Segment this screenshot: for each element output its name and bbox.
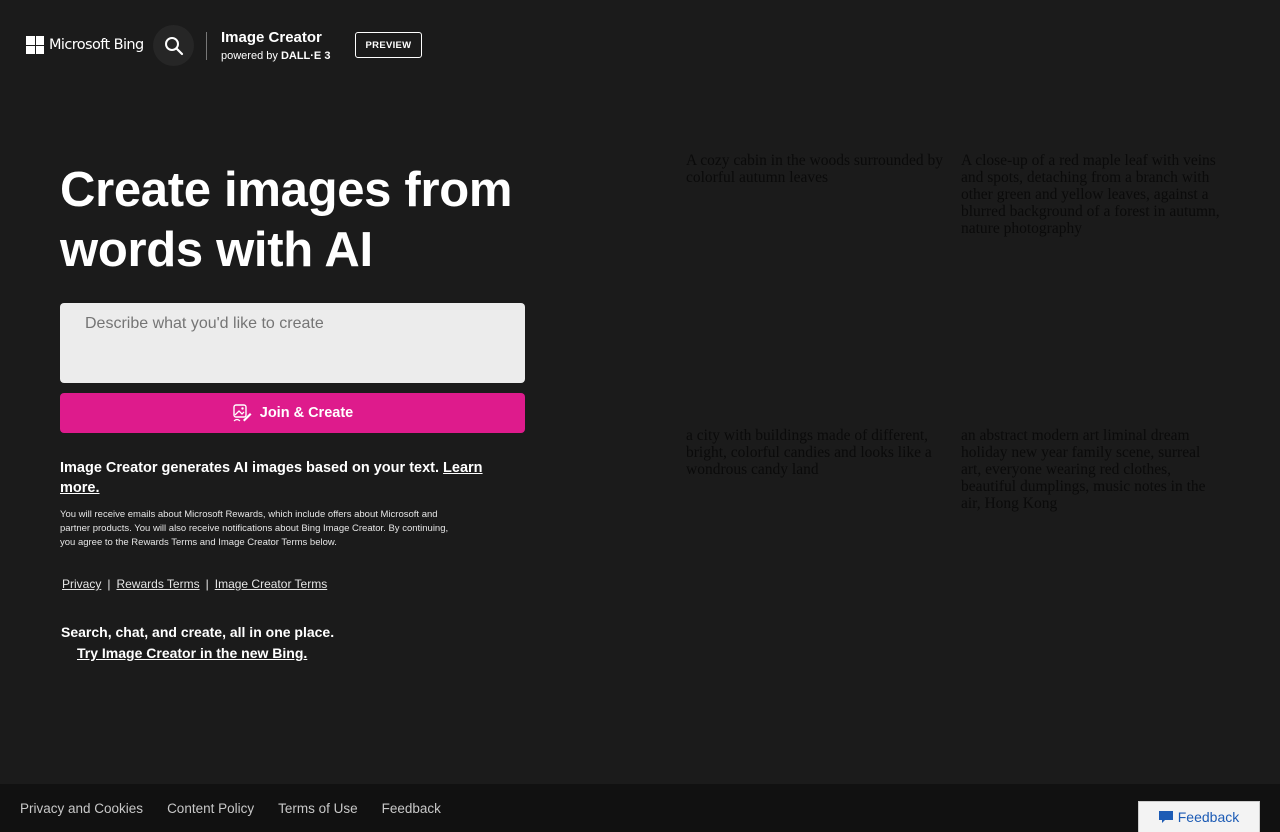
chat-bubble-icon [1158,810,1173,824]
feedback-button[interactable]: Feedback [1138,801,1260,832]
product-subtitle: powered by DALL·E 3 [221,50,330,62]
microsoft-logo-icon [26,36,44,54]
link-separator: | [205,577,209,591]
search-icon [164,36,183,55]
subtitle-model: DALL·E 3 [280,50,331,62]
gallery-image[interactable]: A cozy cabin in the woods surrounded by … [686,152,946,186]
gallery-image[interactable]: a city with buildings made of different,… [686,427,946,478]
legal-text: You will receive emails about Microsoft … [60,509,449,548]
product-title: Image Creator powered by DALL·E 3 [221,29,330,62]
legal-links: Privacy | Rewards Terms | Image Creator … [62,577,327,591]
prompt-input[interactable] [60,303,525,383]
gallery-image[interactable]: an abstract modern art liminal dream hol… [961,427,1221,512]
join-and-create-button[interactable]: Join & Create [60,393,525,433]
footer-feedback-link[interactable]: Feedback [382,801,441,816]
info-description: Image Creator generates AI images based … [60,460,444,476]
search-button[interactable] [153,25,194,66]
page-title: Create images from words with AI [60,163,513,277]
image-creator-terms-link[interactable]: Image Creator Terms [215,577,327,591]
try-new-bing-link[interactable]: Try Image Creator in the new Bing. [77,645,307,661]
footer-terms-of-use-link[interactable]: Terms of Use [278,801,358,816]
header: Microsoft Bing Image Creator powered by … [0,0,1280,92]
create-button-label: Join & Create [259,405,354,421]
footer-content-policy-link[interactable]: Content Policy [167,801,254,816]
footer: Privacy and Cookies Content Policy Terms… [0,784,1280,832]
rewards-terms-link[interactable]: Rewards Terms [116,577,199,591]
privacy-link[interactable]: Privacy [62,577,101,591]
bing-logo-link[interactable]: Microsoft Bing [26,36,144,54]
image-pen-icon [232,403,252,423]
brand-name: Microsoft Bing [49,37,144,53]
preview-badge: PREVIEW [355,32,422,58]
link-separator: | [107,577,111,591]
gallery-image[interactable]: A close-up of a red maple leaf with vein… [961,152,1221,237]
subtitle-prefix: powered by [221,50,281,62]
product-name: Image Creator [221,29,322,46]
header-divider [206,32,207,60]
promo-text: Search, chat, and create, all in one pla… [61,624,335,640]
feedback-button-label: Feedback [1177,809,1240,825]
footer-privacy-cookies-link[interactable]: Privacy and Cookies [20,801,143,816]
footer-links: Privacy and Cookies Content Policy Terms… [20,801,441,816]
info-text: Image Creator generates AI images based … [60,458,510,498]
